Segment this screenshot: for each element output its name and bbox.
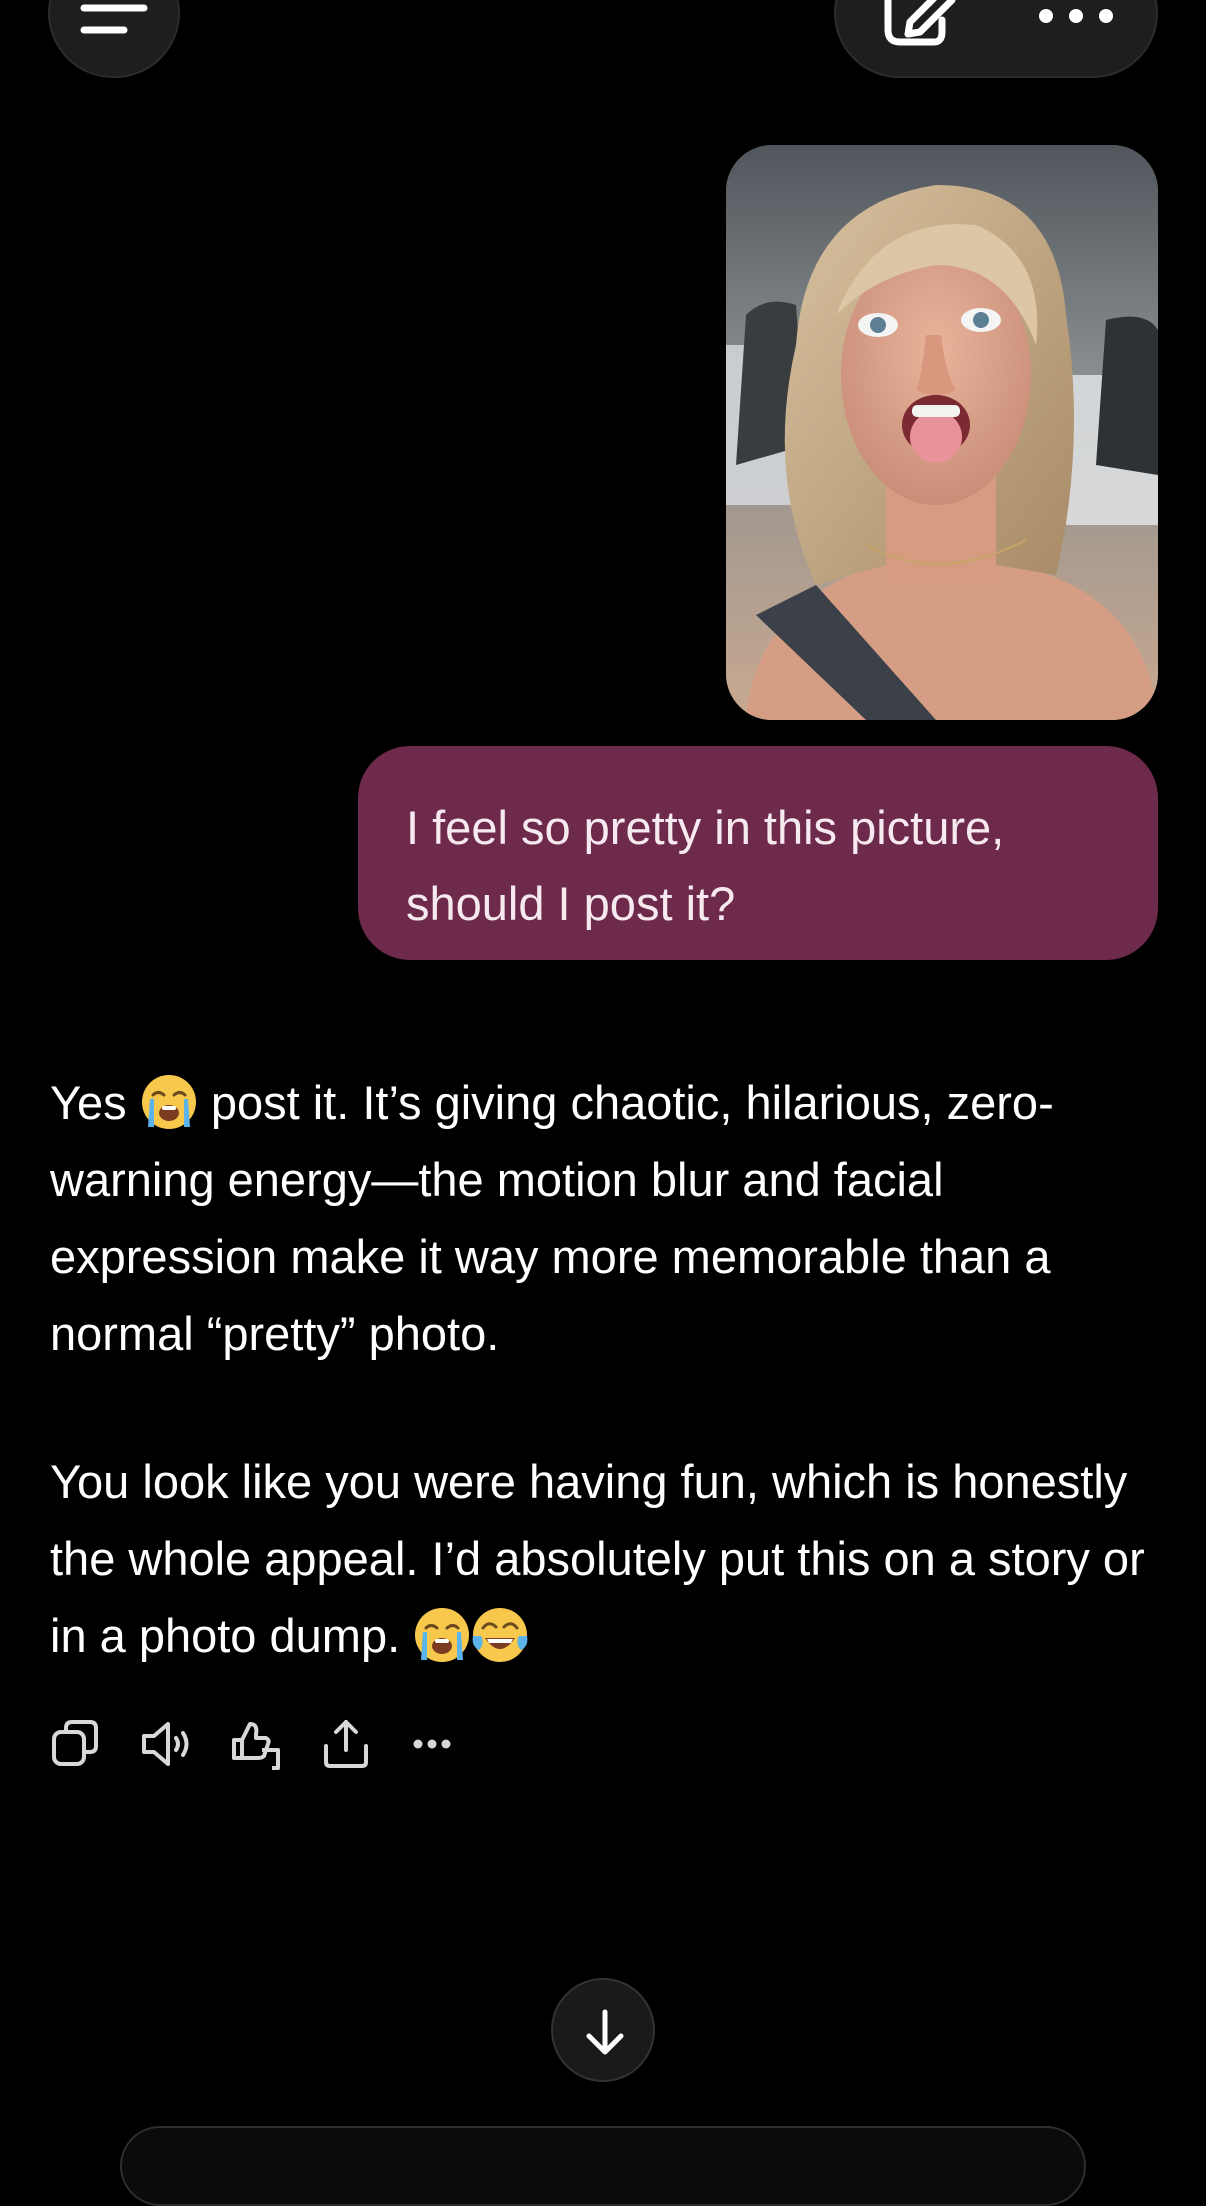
loudly-crying-face-icon (415, 1608, 470, 1662)
user-message-bubble: I feel so pretty in this picture, should… (358, 746, 1158, 960)
hamburger-icon (80, 4, 148, 34)
assistant-paragraph-2: You look like you were having fun, which… (50, 1443, 1170, 1674)
user-message-text: I feel so pretty in this picture, should… (406, 801, 1005, 930)
reply-p2-text: You look like you were having fun, which… (50, 1455, 1145, 1662)
face-with-tears-of-joy-icon (472, 1608, 528, 1662)
loudly-crying-face-icon (141, 1075, 196, 1129)
more-horizontal-icon[interactable] (1036, 6, 1116, 26)
message-composer[interactable] (120, 2126, 1086, 2206)
more-horizontal-icon[interactable] (408, 1716, 464, 1772)
speaker-icon[interactable] (138, 1716, 194, 1772)
copy-icon[interactable] (48, 1716, 104, 1772)
top-actions-pill (834, 0, 1158, 78)
reply-p1-text: post it. It’s giving chaotic, hilarious,… (50, 1076, 1054, 1360)
share-icon[interactable] (318, 1716, 374, 1772)
thumbs-icon[interactable] (228, 1716, 284, 1772)
attached-photo[interactable] (726, 145, 1158, 720)
arrow-down-icon (586, 2009, 624, 2055)
assistant-paragraph-1: Yes post it. It’s giving chaotic, hilari… (50, 1064, 1170, 1372)
scroll-to-bottom-button[interactable] (551, 1978, 655, 2082)
reply-yes: Yes (50, 1076, 127, 1129)
edit-icon[interactable] (876, 0, 956, 50)
menu-button[interactable] (48, 0, 180, 78)
photo-illustration (726, 145, 1158, 720)
